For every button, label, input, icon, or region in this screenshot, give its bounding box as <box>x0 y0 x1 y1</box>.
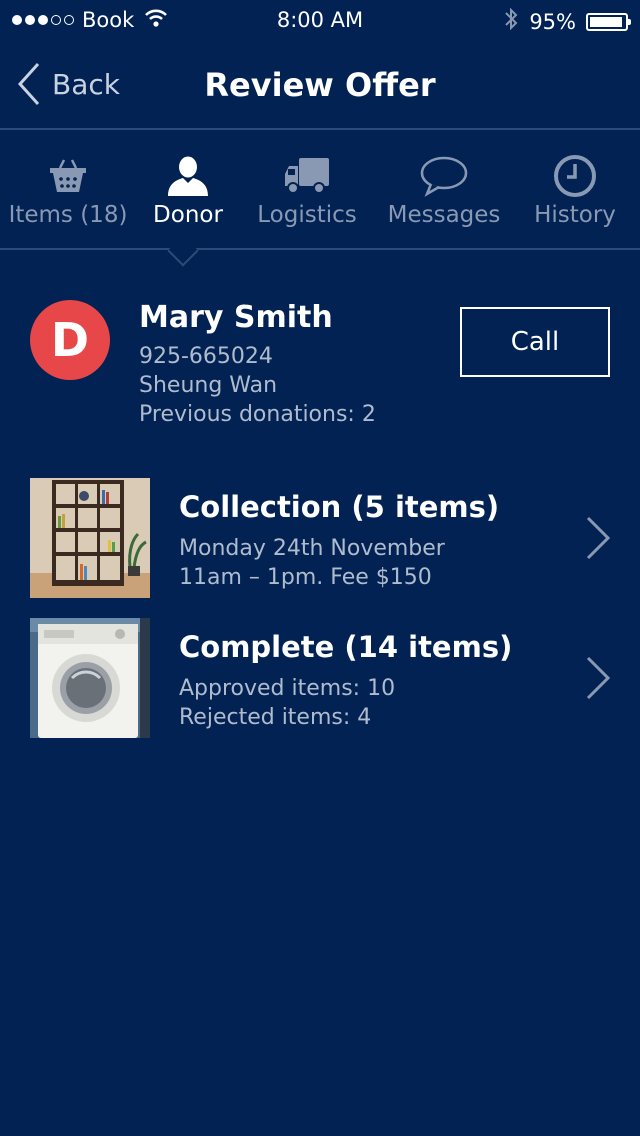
chevron-right-icon <box>586 516 611 560</box>
tab-items-label: Items (18) <box>8 202 128 228</box>
tab-messages-label: Messages <box>387 202 501 228</box>
tab-history[interactable]: History <box>534 130 616 248</box>
call-button[interactable]: Call <box>460 307 610 377</box>
clock-icon <box>553 154 597 198</box>
bluetooth-icon <box>503 6 519 37</box>
tab-logistics-label: Logistics <box>257 202 357 228</box>
donor-section: D Mary Smith 925-665024 Sheung Wan Previ… <box>0 296 640 446</box>
row-title: Collection (5 items) <box>179 490 500 524</box>
washing-machine-photo <box>30 618 150 738</box>
row-title: Complete (14 items) <box>179 630 513 664</box>
collection-row[interactable]: Collection (5 items) Monday 24th Novembe… <box>0 478 640 598</box>
truck-icon <box>283 154 331 198</box>
basket-icon <box>48 154 88 198</box>
chevron-right-icon <box>586 656 611 700</box>
bookshelf-photo <box>30 478 150 598</box>
tab-logistics[interactable]: Logistics <box>257 130 357 248</box>
navigation-bar: Back Review Offer <box>0 40 640 130</box>
row-subtitle: Approved items: 10 <box>179 676 396 701</box>
tab-bar: Items (18) Donor Logistics Messages Hist… <box>0 130 640 250</box>
tab-history-label: History <box>534 202 616 228</box>
donor-previous-donations: Previous donations: 2 <box>139 402 376 427</box>
battery-icon <box>586 12 631 31</box>
status-bar: Book 8:00 AM 95% <box>0 0 640 40</box>
tab-messages[interactable]: Messages <box>387 130 501 248</box>
row-subtitle: Monday 24th November <box>179 536 445 561</box>
row-detail: Rejected items: 4 <box>179 705 372 730</box>
donor-phone: 925-665024 <box>139 344 273 369</box>
tab-donor-label: Donor <box>153 202 223 228</box>
page-title: Review Offer <box>204 66 436 104</box>
donor-name: Mary Smith <box>139 300 333 335</box>
donor-location: Sheung Wan <box>139 373 278 398</box>
person-icon <box>166 154 210 198</box>
complete-row[interactable]: Complete (14 items) Approved items: 10 R… <box>0 618 640 738</box>
tab-items[interactable]: Items (18) <box>9 130 127 248</box>
speech-bubble-icon <box>419 154 469 198</box>
status-right: 95% <box>503 6 631 37</box>
tab-donor[interactable]: Donor <box>152 130 224 248</box>
battery-percent: 95% <box>529 9 576 34</box>
row-detail: 11am – 1pm. Fee $150 <box>179 565 432 590</box>
avatar: D <box>30 300 110 380</box>
